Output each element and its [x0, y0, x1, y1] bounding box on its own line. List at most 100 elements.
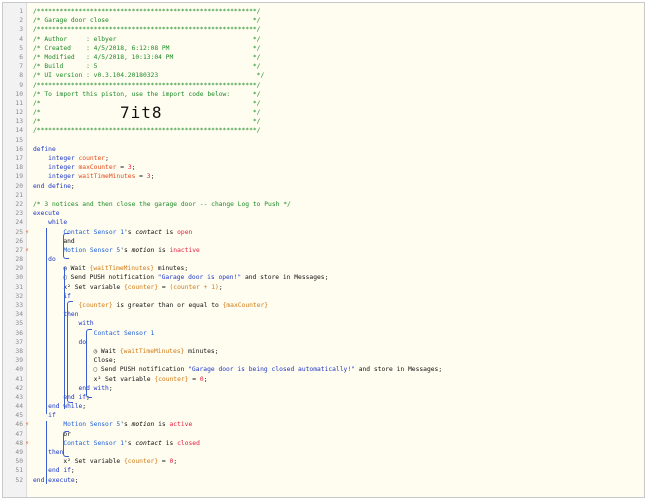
- line-number: 16: [15, 145, 23, 153]
- code-token: if: [48, 412, 56, 420]
- line-number: 27: [15, 246, 23, 254]
- code-token: /* Created : 4/5/2018, 6:12:08 PM */: [33, 44, 261, 52]
- code-token: is: [154, 421, 170, 429]
- code-text: x² Set variable {counter} = (counter + 1…: [33, 283, 223, 292]
- code-token: active: [169, 421, 193, 429]
- code-token: {waitTimeMinutes}: [119, 347, 185, 355]
- code-text: /***************************************…: [33, 7, 260, 16]
- code-line: 14 /*************************************…: [3, 126, 644, 135]
- code-text: /***************************************…: [33, 126, 260, 135]
- code-token: counter: [78, 155, 106, 162]
- code-line: 20 end define;: [3, 182, 644, 191]
- code-token: =: [116, 164, 128, 172]
- code-token: {waitTimeMinutes}: [89, 265, 154, 273]
- code-text: integer waitTimeMinutes = 3;: [33, 172, 154, 181]
- code-line: 36 Contact Sensor 1: [3, 329, 644, 338]
- code-token: execute: [33, 210, 60, 218]
- code-token: inactive: [169, 246, 200, 254]
- code-line: 30 ▢ Send PUSH notification "Garage door…: [3, 273, 644, 282]
- line-number: 1: [19, 8, 23, 15]
- code-text: /* 3 notices and then close the garage d…: [33, 200, 291, 209]
- line-number: 36: [15, 329, 23, 337]
- code-line: 38 ◷ Wait {waitTimeMinutes} minutes;: [3, 347, 644, 356]
- line-number: 38: [15, 347, 23, 355]
- line-number: 13: [15, 118, 23, 126]
- line-number: 15: [15, 136, 23, 144]
- code-token: /* UI version : v0.3.104.20180323 */: [33, 72, 265, 80]
- code-token: end while: [48, 403, 83, 411]
- code-token: ;: [218, 283, 223, 291]
- code-line: 9 /**************************************…: [3, 81, 644, 90]
- code-text: /***************************************…: [33, 25, 260, 34]
- code-token: ;: [70, 467, 75, 475]
- code-line: 25 ⚡ Contact Sensor 1's contact is open: [3, 228, 644, 237]
- do-block-guide: [64, 267, 65, 409]
- line-number: 22: [15, 200, 23, 208]
- line-number: 35: [15, 320, 23, 328]
- line-number: 6: [19, 53, 23, 61]
- code-line: 40 ▢ Send PUSH notification "Garage door…: [3, 365, 644, 374]
- line-number: 50: [15, 458, 23, 466]
- line-number: 42: [15, 384, 23, 392]
- line-number: 2: [19, 17, 23, 25]
- code-text: /* To import this piston, use the import…: [33, 90, 260, 99]
- code-token: /***************************************…: [33, 127, 261, 135]
- code-line: 19 integer waitTimeMinutes = 3;: [3, 172, 644, 181]
- line-number: 49: [15, 449, 23, 456]
- code-line: 2 /* Garage door close */: [3, 16, 644, 25]
- code-line: 5 /* Created : 4/5/2018, 6:12:08 PM */: [3, 44, 644, 53]
- code-token: ;: [105, 155, 109, 162]
- code-text: Contact Sensor 1's contact is open: [33, 228, 192, 237]
- code-text: do: [33, 255, 56, 264]
- code-text: Motion Sensor 5's motion is active: [33, 420, 192, 429]
- code-text: Motion Sensor 5's motion is inactive: [33, 246, 200, 255]
- code-line: 16 define: [3, 145, 644, 154]
- code-line: 18 integer maxCounter = 3;: [3, 163, 644, 172]
- code-token: ;: [173, 458, 178, 466]
- line-number: 3: [19, 26, 23, 34]
- code-token: /* Garage door close */: [33, 17, 261, 25]
- code-token: /* To import this piston, use the import…: [33, 90, 261, 98]
- line-number: 14: [15, 127, 23, 135]
- line-number: 18: [15, 164, 23, 172]
- code-line: 33 {counter} is greater than or equal to…: [3, 301, 644, 310]
- code-text: integer counter;: [33, 154, 109, 163]
- code-token: and store in Messages;: [241, 274, 329, 282]
- code-token: Contact Sensor 1: [63, 439, 125, 447]
- code-line: 45 if: [3, 411, 644, 420]
- code-line: 28 do: [3, 255, 644, 264]
- code-line: 26 and: [3, 237, 644, 246]
- code-token: /* Build : 5 */: [33, 63, 261, 71]
- code-line: 41 x² Set variable {counter} = 0;: [3, 375, 644, 384]
- code-text: Contact Sensor 1: [33, 329, 155, 338]
- code-token: Contact Sensor 1: [93, 329, 155, 337]
- code-text: while: [33, 218, 67, 227]
- code-token: motion: [131, 246, 155, 254]
- line-number: 32: [15, 292, 23, 300]
- code-token: end if: [48, 467, 71, 475]
- code-text: /* UI version : v0.3.104.20180323 */: [33, 71, 264, 80]
- piston-code-viewer: 1 /**************************************…: [2, 2, 645, 498]
- code-token: ;: [74, 476, 79, 484]
- line-number: 51: [15, 467, 23, 475]
- line-number: 5: [19, 44, 23, 52]
- code-text: x² Set variable {counter} = 0;: [33, 457, 177, 466]
- code-line: 1 /**************************************…: [3, 7, 644, 16]
- if-counter-bracket: [67, 301, 73, 403]
- code-token: while: [48, 219, 68, 227]
- line-number: 44: [15, 403, 23, 411]
- code-token: ;: [82, 403, 87, 411]
- code-token: ;: [70, 182, 75, 190]
- line-number: 25: [15, 228, 23, 236]
- code-text: /* Modified : 4/5/2018, 10:13:04 PM */: [33, 53, 260, 62]
- line-number: 24: [15, 219, 23, 227]
- statement-icon: ◷: [93, 347, 101, 355]
- code-token: and store in Messages;: [354, 366, 443, 374]
- code-token: x² Set variable: [63, 283, 125, 291]
